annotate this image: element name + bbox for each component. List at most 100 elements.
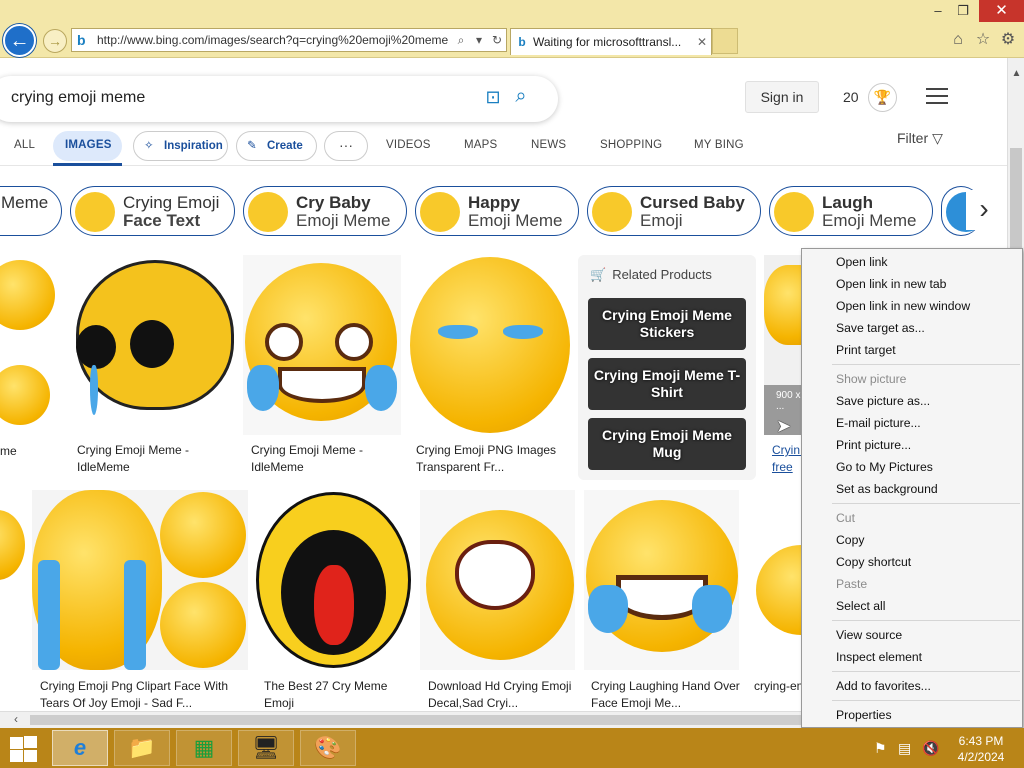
result-image[interactable] (0, 255, 60, 435)
ctx-print-target[interactable]: Print target (836, 343, 896, 357)
address-url[interactable]: http://www.bing.com/images/search?q=cryi… (95, 33, 452, 47)
favorites-star-icon[interactable]: ☆ (973, 30, 993, 50)
emoji-thumb (248, 192, 288, 232)
new-tab-button[interactable] (712, 28, 738, 54)
result-caption[interactable]: Crying Emoji PNG Images Transparent Fr..… (416, 442, 576, 476)
taskbar-app-button[interactable]: 🖥 (238, 730, 294, 766)
related-chip[interactable]: Meme (0, 186, 62, 236)
related-product-card[interactable]: Crying Emoji Meme T-Shirt (588, 358, 746, 410)
taskbar-explorer-button[interactable]: 📁 (114, 730, 170, 766)
tab-news[interactable]: NEWS (531, 139, 566, 151)
ctx-inspect-element[interactable]: Inspect element (836, 650, 922, 664)
ctx-properties[interactable]: Properties (836, 708, 892, 722)
ctx-view-source[interactable]: View source (836, 628, 902, 642)
result-image[interactable] (584, 490, 739, 670)
ctx-print-picture[interactable]: Print picture... (836, 438, 911, 452)
tab-all[interactable]: ALL (14, 139, 35, 151)
browser-frame: – ❐ ✕ ← → b http://www.bing.com/images/s… (0, 0, 1024, 58)
ctx-save-target[interactable]: Save target as... (836, 321, 925, 335)
filter-button[interactable]: Filter ▽ (897, 130, 943, 147)
dropdown-icon[interactable]: ▾ (470, 33, 488, 47)
result-caption[interactable]: Crying Emoji Png Clipart Face With Tears… (40, 678, 240, 712)
flag-icon[interactable]: ⚑ (874, 740, 887, 757)
ctx-set-as-background[interactable]: Set as background (836, 482, 938, 496)
related-product-card[interactable]: Crying Emoji Meme Stickers (588, 298, 746, 350)
taskbar-ie-button[interactable]: e (52, 730, 108, 766)
trophy-icon[interactable]: 🏆 (868, 83, 897, 112)
tab-shopping[interactable]: SHOPPING (600, 139, 662, 151)
scroll-up-icon[interactable]: ▲ (1008, 68, 1024, 79)
result-image[interactable] (243, 255, 401, 435)
tab-close-icon[interactable]: ✕ (693, 35, 711, 49)
ctx-add-to-favorites[interactable]: Add to favorites... (836, 679, 931, 693)
minimize-button[interactable]: – (925, 0, 951, 22)
refresh-icon[interactable]: ↻ (488, 33, 506, 47)
tab-my-bing[interactable]: MY BING (694, 139, 744, 151)
ctx-save-picture[interactable]: Save picture as... (836, 394, 930, 408)
forward-button[interactable]: → (43, 29, 67, 53)
result-caption[interactable]: Crying Emoji Meme - IdleMeme (77, 442, 227, 476)
speaker-muted-icon[interactable]: 🔇 (922, 740, 939, 757)
more-button[interactable]: ··· (324, 131, 368, 161)
result-caption[interactable]: Crying Laughing Hand Over Face Emoji Me.… (591, 678, 741, 712)
result-image[interactable] (0, 490, 25, 670)
result-image[interactable] (408, 255, 571, 435)
result-caption[interactable]: me (0, 443, 17, 460)
taskbar-paint-button[interactable]: 🎨 (300, 730, 356, 766)
ctx-email-picture[interactable]: E-mail picture... (836, 416, 921, 430)
home-icon[interactable]: ⌂ (948, 30, 968, 50)
related-chip[interactable]: Happy Emoji Meme (415, 186, 579, 236)
result-caption[interactable]: Crying Emoji Meme - IdleMeme (251, 442, 401, 476)
result-caption[interactable]: crying-em... (754, 678, 804, 695)
maximize-button[interactable]: ❐ (951, 0, 975, 22)
rewards-points[interactable]: 20 (843, 89, 859, 105)
search-icon[interactable]: ⌕ (508, 85, 534, 111)
visual-search-icon[interactable]: ⊡ (482, 87, 504, 109)
related-chip[interactable]: Cursed Baby Emoji (587, 186, 761, 236)
result-caption[interactable]: The Best 27 Cry Meme Emoji (264, 678, 414, 712)
related-chip[interactable]: Crying Emoji Face Text (70, 186, 235, 236)
settings-gear-icon[interactable]: ⚙ (998, 30, 1018, 50)
system-clock[interactable]: 6:43 PM 4/2/2024 (951, 733, 1011, 765)
address-bar[interactable]: b http://www.bing.com/images/search?q=cr… (71, 28, 507, 52)
ctx-select-all[interactable]: Select all (836, 599, 885, 613)
create-button[interactable]: ✎ Create (236, 131, 317, 161)
result-image[interactable] (32, 490, 248, 670)
related-chip[interactable]: Cry Baby Emoji Meme (243, 186, 407, 236)
result-image[interactable] (68, 255, 236, 435)
ctx-paste: Paste (836, 577, 868, 591)
tab-maps[interactable]: MAPS (464, 139, 497, 151)
search-box[interactable]: crying emoji meme ⊡ ⌕ (0, 76, 558, 122)
tab-videos[interactable]: VIDEOS (386, 139, 431, 151)
search-input[interactable]: crying emoji meme (11, 89, 145, 107)
result-image[interactable] (256, 490, 411, 670)
back-button[interactable]: ← (3, 24, 36, 57)
related-product-card[interactable]: Crying Emoji Meme Mug (588, 418, 746, 470)
related-chip[interactable]: Laugh Emoji Meme (769, 186, 933, 236)
result-image[interactable]: 900 x ... (764, 255, 804, 435)
sign-in-button[interactable]: Sign in (745, 81, 819, 113)
result-image[interactable] (420, 490, 575, 670)
scroll-left-icon[interactable]: ‹ (14, 712, 18, 726)
menu-icon[interactable] (926, 88, 948, 104)
browser-tab[interactable]: b Waiting for microsofttransl... ✕ (510, 28, 712, 55)
ctx-open-link-new-tab[interactable]: Open link in new tab (836, 277, 946, 291)
result-image[interactable] (750, 490, 805, 670)
tab-images[interactable]: IMAGES (65, 139, 112, 151)
ctx-copy[interactable]: Copy (836, 533, 864, 547)
ctx-copy-shortcut[interactable]: Copy shortcut (836, 555, 911, 569)
start-button[interactable] (8, 736, 38, 762)
result-caption[interactable]: Download Hd Crying Emoji Decal,Sad Cryi.… (428, 678, 578, 712)
emoji-tongue (314, 565, 354, 645)
ctx-go-to-my-pictures[interactable]: Go to My Pictures (836, 460, 933, 474)
chevron-right-icon[interactable]: › (966, 190, 1002, 230)
ctx-open-link-new-window[interactable]: Open link in new window (836, 299, 970, 313)
network-icon[interactable]: ▤ (898, 740, 911, 757)
close-window-button[interactable]: ✕ (979, 0, 1024, 22)
search-icon[interactable]: ⌕ (452, 33, 470, 48)
active-tab-underline (53, 163, 122, 166)
inspiration-button[interactable]: ✧ Inspiration (133, 131, 228, 161)
taskbar-store-button[interactable]: ▦ (176, 730, 232, 766)
result-caption[interactable]: Cryin... free t... (772, 442, 802, 476)
ctx-open-link[interactable]: Open link (836, 255, 888, 269)
